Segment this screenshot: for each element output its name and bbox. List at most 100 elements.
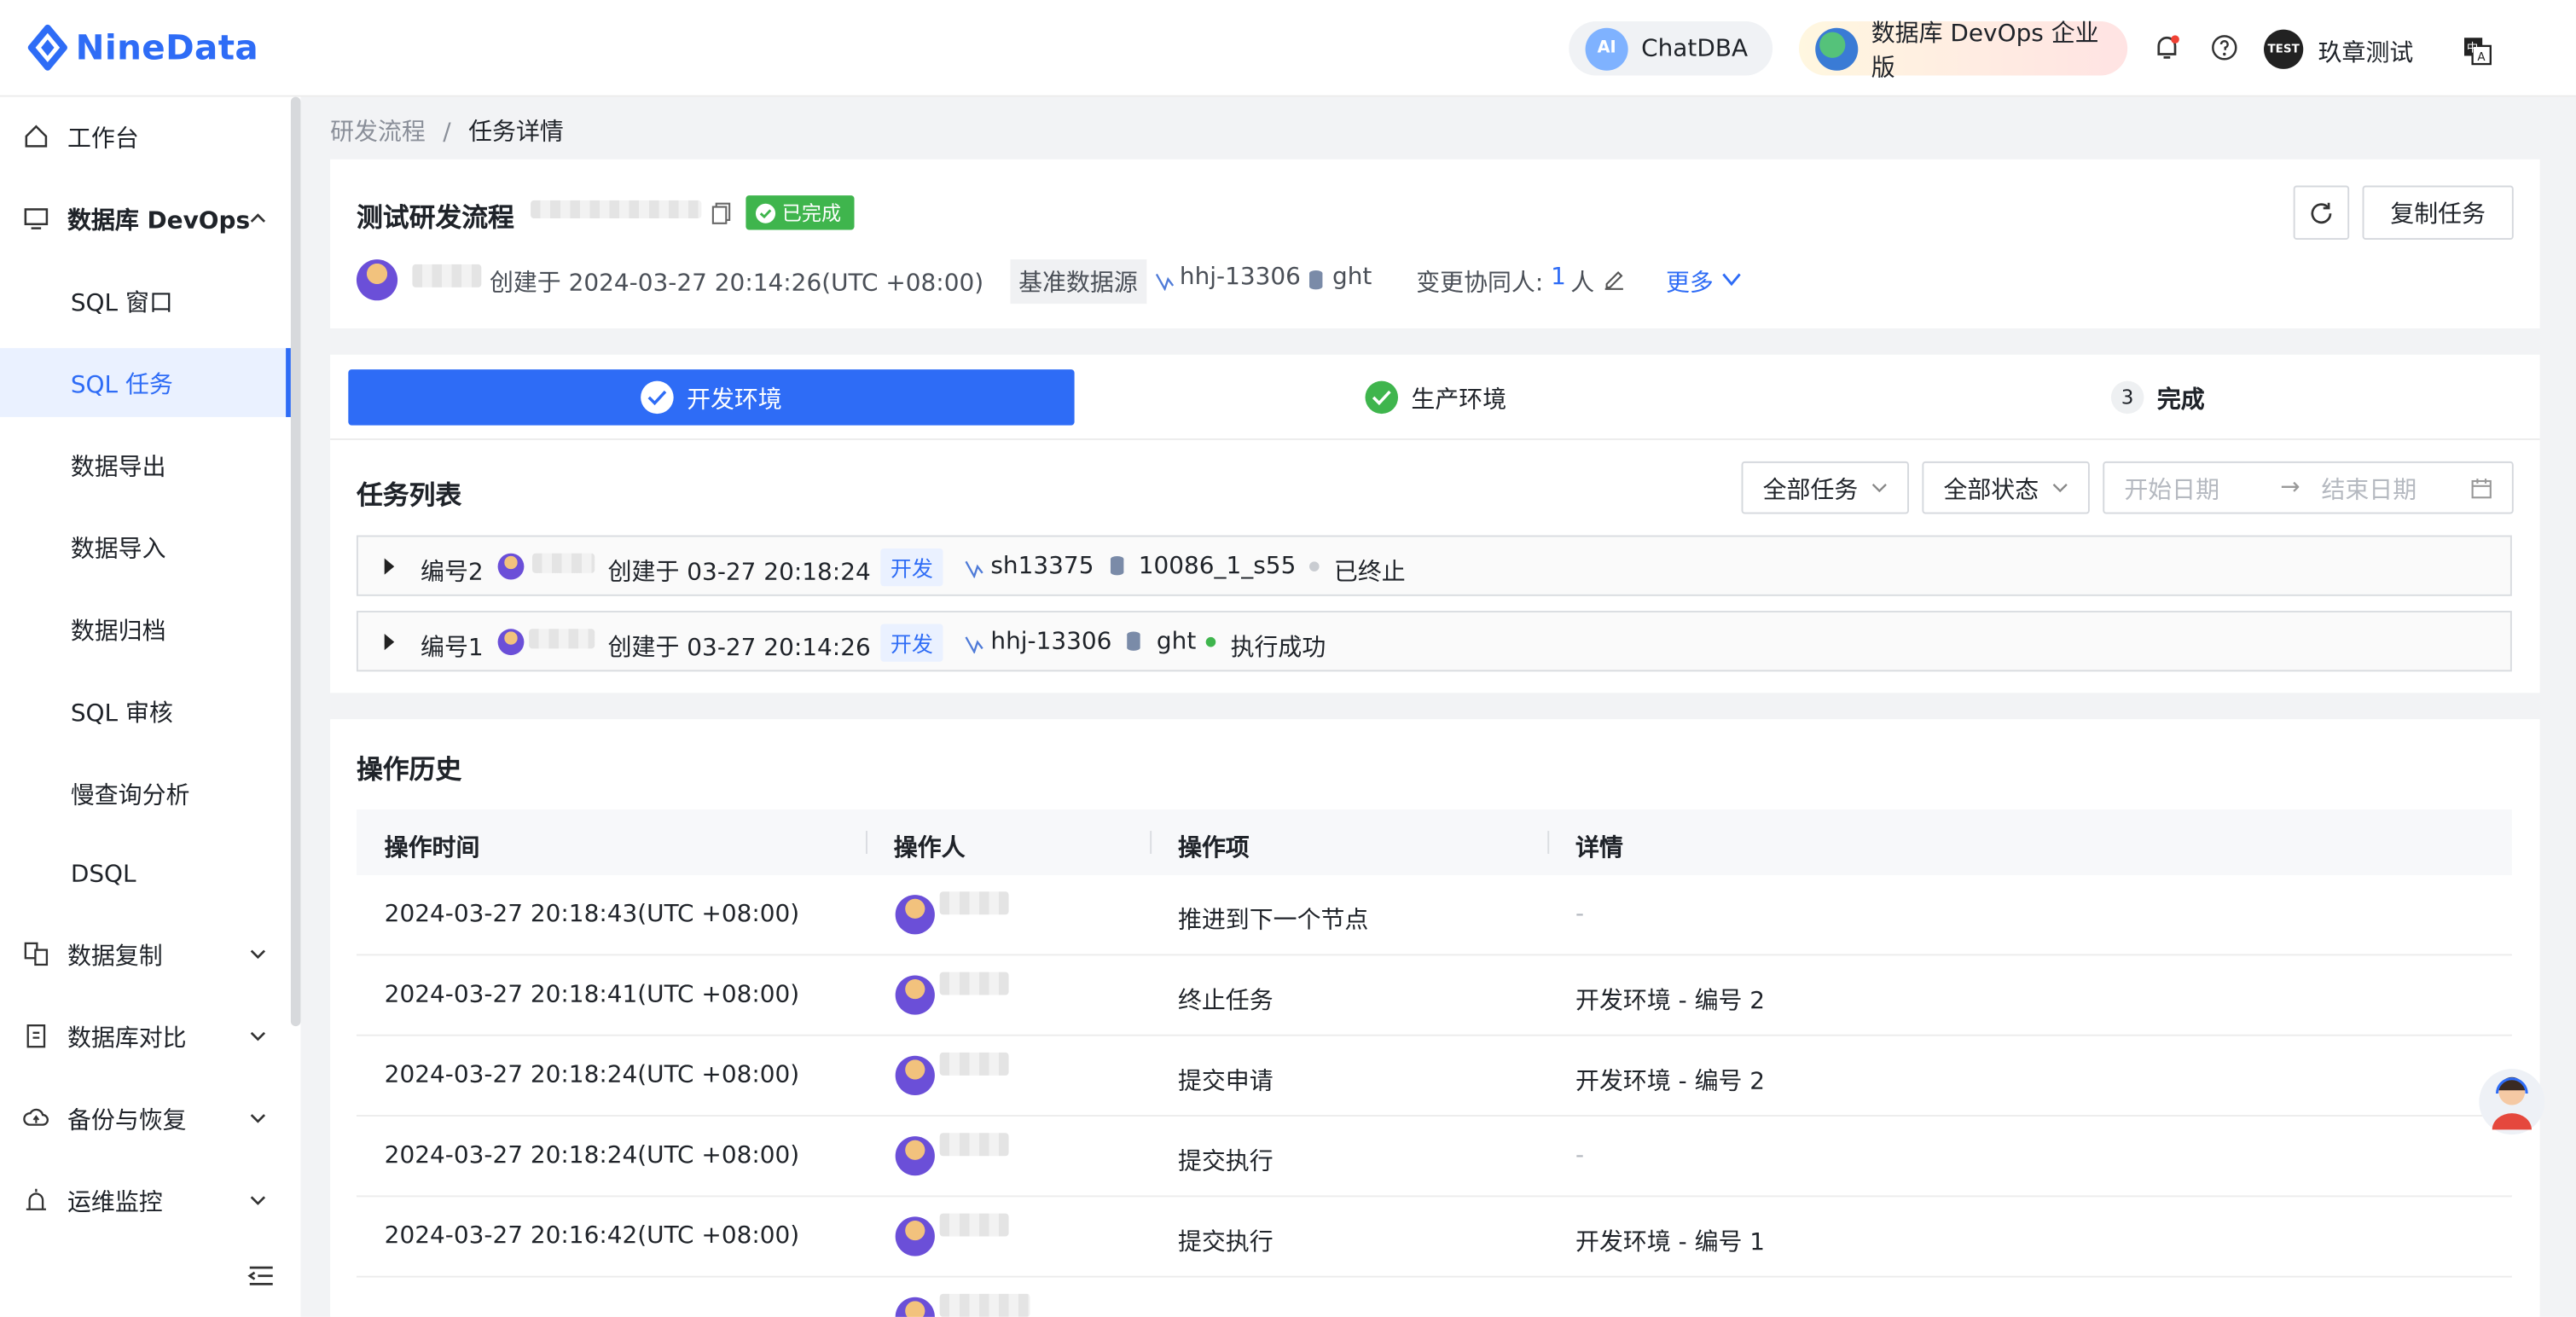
- sidebar-item-devops[interactable]: 数据库 DevOps: [0, 184, 289, 253]
- page-title: 测试研发流程: [356, 201, 514, 234]
- history-time: 2024-03-27 20:18:24(UTC +08:00): [384, 1062, 800, 1089]
- copy-task-button[interactable]: 复制任务: [2362, 185, 2514, 241]
- sidebar-item-sql-window[interactable]: SQL 窗口: [0, 266, 289, 335]
- breadcrumb-parent[interactable]: 研发流程: [330, 120, 426, 147]
- more-link[interactable]: 更多: [1666, 264, 1714, 299]
- history-action: 提交执行: [1177, 1229, 1273, 1256]
- history-time: 2024-03-27 20:16:42(UTC +08:00): [384, 1223, 800, 1250]
- user-name[interactable]: 玖章测试: [2318, 34, 2414, 68]
- created-time: 创建于 2024-03-27 20:14:26(UTC +08:00): [489, 270, 984, 298]
- ai-icon: AI: [1585, 26, 1628, 70]
- redacted-operator-name: [939, 1213, 1009, 1237]
- sidebar-item-data-import[interactable]: 数据导入: [0, 513, 289, 582]
- date-range-picker[interactable]: 开始日期 → 结束日期: [2103, 461, 2514, 514]
- chevron-down-icon: [2052, 484, 2068, 493]
- datasource-name[interactable]: hhj-13306: [1180, 264, 1301, 291]
- sidebar-item-label: 数据复制: [67, 943, 163, 970]
- page-scrollbar[interactable]: [2566, 96, 2576, 1317]
- start-date-input[interactable]: 开始日期: [2124, 471, 2219, 505]
- edit-icon[interactable]: [1604, 270, 1625, 291]
- history-detail: -: [1575, 1142, 1585, 1169]
- sidebar-item-label: 慢查询分析: [70, 782, 190, 809]
- sidebar-item-db-compare[interactable]: 数据库对比: [0, 1001, 289, 1070]
- history-detail: 开发环境 - 编号 2: [1575, 988, 1766, 1015]
- history-action: 终止任务: [1177, 988, 1273, 1015]
- redacted-operator-name: [939, 1052, 1009, 1076]
- table-row: 2024-03-27 20:16:42(UTC +08:00) 提交执行 开发环…: [356, 1197, 2512, 1278]
- sidebar-item-data-archive[interactable]: 数据归档: [0, 595, 289, 664]
- sidebar-item-label: 工作台: [67, 125, 139, 153]
- help-icon[interactable]: [2209, 33, 2239, 63]
- collaborator-unit: 人: [1570, 270, 1595, 298]
- operator-avatar: [895, 1055, 935, 1095]
- sidebar-item-monitoring[interactable]: 运维监控: [0, 1166, 289, 1235]
- devops-icon: [24, 208, 49, 229]
- column-divider: [866, 831, 867, 854]
- step-complete[interactable]: 3 完成: [2110, 369, 2205, 425]
- sidebar-item-label: 数据库对比: [67, 1025, 187, 1052]
- task-status: 已终止: [1333, 560, 1406, 587]
- step-dev-env[interactable]: 开发环境: [348, 369, 1075, 426]
- step-label: 生产环境: [1411, 386, 1507, 414]
- sidebar-scrollbar[interactable]: [290, 96, 301, 1027]
- chevron-down-icon[interactable]: [1721, 271, 1741, 287]
- collapse-sidebar-icon[interactable]: [247, 1262, 276, 1289]
- sidebar-item-backup[interactable]: 备份与恢复: [0, 1084, 289, 1153]
- sidebar-item-dsql[interactable]: DSQL: [0, 841, 289, 910]
- chatdba-button[interactable]: AI ChatDBA: [1569, 21, 1773, 76]
- database-name[interactable]: ght: [1332, 264, 1372, 291]
- end-date-input[interactable]: 结束日期: [2321, 471, 2416, 505]
- sidebar-item-slow-query[interactable]: 慢查询分析: [0, 758, 289, 827]
- expand-caret-icon[interactable]: [383, 634, 396, 651]
- expand-caret-icon[interactable]: [383, 558, 396, 575]
- logo[interactable]: NineData: [26, 23, 258, 73]
- top-bar: NineData AI ChatDBA 数据库 DevOps 企业版 TEST …: [0, 0, 2576, 97]
- translate-icon[interactable]: 中 A: [2463, 36, 2492, 66]
- breadcrumb-separator: /: [443, 119, 451, 147]
- operator-avatar: [895, 975, 935, 1015]
- task-datasource: hhj-13306: [990, 629, 1112, 656]
- task-created-time: 创建于 03-27 20:14:26: [607, 635, 871, 662]
- env-tag: 开发: [880, 548, 943, 587]
- replication-icon: [24, 942, 49, 966]
- column-divider: [1150, 831, 1152, 854]
- redacted-operator-name: [939, 891, 1009, 915]
- collaborator-count[interactable]: 1: [1551, 264, 1566, 291]
- step-prod-env[interactable]: 生产环境: [1365, 369, 1507, 425]
- table-row: 2024-03-27 20:18:41(UTC +08:00) 终止任务 开发环…: [356, 955, 2512, 1036]
- task-number: 编号1: [421, 635, 484, 662]
- sidebar-item-label: 运维监控: [67, 1189, 163, 1216]
- backup-icon: [23, 1108, 49, 1126]
- refresh-button[interactable]: [2293, 185, 2350, 241]
- customer-service-icon[interactable]: [2477, 1064, 2546, 1140]
- sidebar-item-sql-review[interactable]: SQL 审核: [0, 676, 289, 746]
- status-dot: [1205, 636, 1216, 647]
- sidebar-item-label: 数据归档: [70, 618, 166, 645]
- bell-icon[interactable]: [2152, 33, 2182, 63]
- chevron-down-icon: [1871, 484, 1887, 493]
- task-row[interactable]: 编号2 创建于 03-27 20:18:24 开发 sh13375 10086_…: [356, 535, 2512, 596]
- sidebar-item-sql-task[interactable]: SQL 任务: [0, 348, 291, 417]
- sidebar-item-label: DSQL: [70, 862, 136, 889]
- redacted-creator-name: [412, 264, 482, 287]
- sidebar-item-workbench[interactable]: 工作台: [0, 102, 289, 171]
- user-avatar[interactable]: TEST: [2264, 29, 2304, 69]
- redacted-task-id: [531, 200, 702, 219]
- table-row-partial: [357, 1278, 2512, 1317]
- task-database: ght: [1156, 629, 1197, 656]
- ninedata-logo-icon: [27, 24, 67, 71]
- operator-avatar: [895, 1297, 935, 1317]
- chevron-down-icon: [250, 1114, 266, 1123]
- database-icon: [1110, 555, 1124, 576]
- copy-icon[interactable]: [711, 202, 731, 225]
- task-row[interactable]: 编号1 创建于 03-27 20:14:26 开发 hhj-13306 ght …: [356, 611, 2512, 672]
- sidebar-item-data-export[interactable]: 数据导出: [0, 430, 289, 499]
- devops-edition-button[interactable]: 数据库 DevOps 企业版: [1798, 20, 2128, 81]
- sidebar-item-label: SQL 窗口: [70, 289, 173, 316]
- sidebar-item-replication[interactable]: 数据复制: [0, 920, 289, 989]
- filter-all-status[interactable]: 全部状态: [1922, 461, 2090, 514]
- datasource-label: 基准数据源: [1010, 259, 1146, 305]
- redacted-creator-name: [529, 629, 595, 649]
- status-badge: 已完成: [746, 195, 855, 230]
- filter-all-tasks[interactable]: 全部任务: [1741, 461, 1910, 514]
